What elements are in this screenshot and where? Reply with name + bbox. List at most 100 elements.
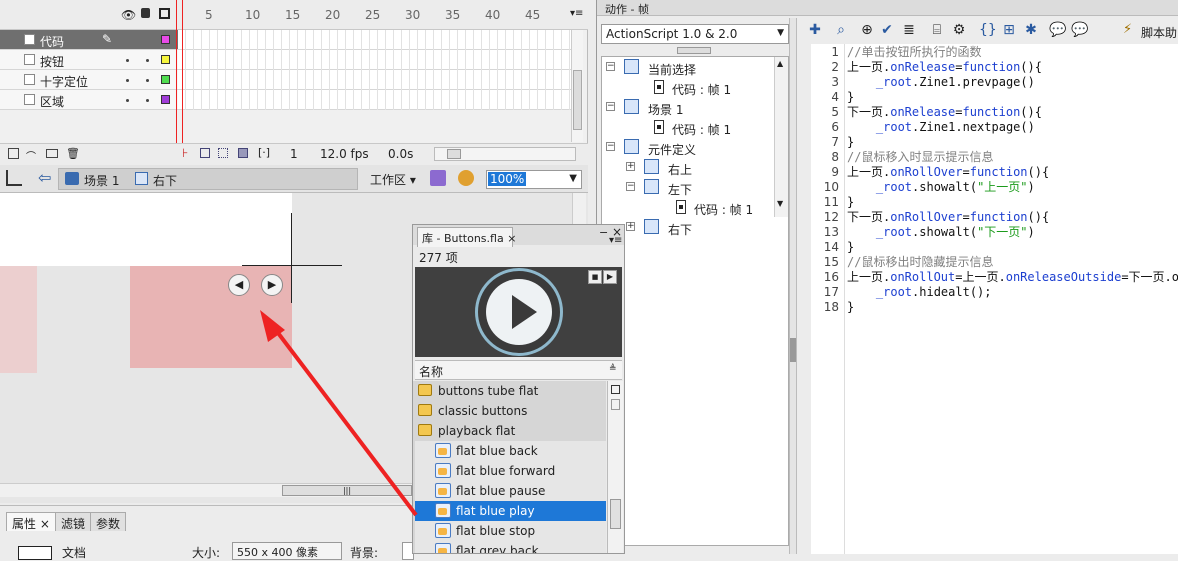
timeline-toggle-icon[interactable] [6,170,22,186]
onion-skin-icon[interactable] [200,148,210,158]
code-line[interactable]: } [847,195,854,210]
expand-all-icon[interactable]: ✱ [1023,22,1039,38]
library-item[interactable]: flat blue forward [415,461,606,481]
find-icon[interactable]: ⌕ [833,22,849,38]
collapse-icon[interactable]: − [606,102,615,111]
playhead[interactable] [176,0,183,145]
code-line[interactable]: 下一页.onRollOver=function(){ [847,210,1049,225]
library-item[interactable]: flat blue pause [415,481,606,501]
layer-row[interactable]: 区域 [0,90,178,110]
close-icon[interactable]: × [507,232,516,245]
tab-filters[interactable]: 滤镜 [55,512,92,531]
library-item[interactable]: buttons tube flat [415,381,606,401]
edit-scene-icon[interactable] [458,170,474,186]
timeline-vscroll[interactable] [571,30,583,142]
delete-layer-icon[interactable]: 🗑 [66,147,80,160]
center-frame-icon[interactable]: ⊦ [182,146,188,160]
sort-icon[interactable]: ≜ [609,364,617,374]
code-line[interactable]: //单击按钮所执行的函数 [847,45,981,60]
code-line[interactable]: _root.showalt("下一页") [847,225,1035,240]
navigator-item[interactable]: − 元件定义 [602,138,772,158]
code-line[interactable]: //鼠标移出时隐藏提示信息 [847,255,993,270]
breadcrumb-symbol[interactable]: 右下 [153,172,177,189]
edit-symbols-icon[interactable] [430,170,446,186]
outline-icon[interactable] [159,8,170,19]
library-tab[interactable]: 库 - Buttons.fla × [417,227,516,247]
next-page-button[interactable]: ▶ [261,274,283,296]
frame-rate[interactable]: 12.0 fps [320,147,369,161]
code-line[interactable]: } [847,135,854,150]
edit-multiple-icon[interactable] [238,148,248,158]
auto-format-icon[interactable]: ≣ [901,22,917,38]
new-folder-icon[interactable] [46,149,58,158]
visibility-dot[interactable] [126,59,129,62]
collapse-icon[interactable]: − [606,142,615,151]
expand-icon[interactable]: + [626,222,635,231]
code-hint-icon[interactable]: ⌸ [929,22,945,38]
tab-parameters[interactable]: 参数 [90,512,127,531]
navigator-item[interactable]: 代码 : 帧 1 [602,118,772,138]
stop-preview-button[interactable]: ■ [588,270,602,284]
breadcrumb-scene[interactable]: 场景 1 [84,172,119,189]
code-line[interactable]: 下一页.onRelease=function(){ [847,105,1042,120]
layer-row[interactable]: 代码 ✎ [0,30,178,50]
library-item[interactable]: flat blue back [415,441,606,461]
navigator-vscroll[interactable]: ▲ ▼ [774,57,788,217]
code-line[interactable]: _root.hidealt(); [847,285,992,300]
layer-color-swatch[interactable] [161,95,170,104]
back-arrow-icon[interactable]: ⇦ [38,168,51,187]
library-vscroll[interactable] [607,381,623,553]
layer-color-swatch[interactable] [161,75,170,84]
library-item[interactable]: classic buttons [415,401,606,421]
insert-target-icon[interactable]: ⊕ [859,22,875,38]
frame-grid[interactable] [178,30,576,110]
size-button[interactable]: 550 x 400 像素 [232,542,342,560]
code-line[interactable]: _root.Zine1.nextpage() [847,120,1035,135]
zoom-select[interactable]: 100% ▼ [486,170,582,189]
script-assist-button[interactable]: 脚本助 [1141,24,1177,41]
add-item-icon[interactable]: ✚ [807,22,823,38]
play-preview-button[interactable]: ▶ [603,270,617,284]
tab-properties[interactable]: 属性 × [6,512,56,531]
code-line[interactable]: } [847,90,854,105]
collapse-icon[interactable]: − [606,62,615,71]
visibility-dot[interactable] [146,99,149,102]
code-line[interactable]: } [847,240,854,255]
navigator-item[interactable]: − 左下 [602,178,772,198]
add-guide-icon[interactable]: ⌒ [26,148,36,163]
collapse-braces-icon[interactable]: {} [979,22,997,38]
panel-divider[interactable] [789,18,797,554]
remove-comment-icon[interactable]: 💬 [1071,22,1088,38]
code-line[interactable]: _root.showalt("上一页") [847,180,1035,195]
wand-icon[interactable]: ⚡ [1123,22,1132,37]
code-editor[interactable]: 1//单击按钮所执行的函数 2 上一页.onRelease=function(){3… [811,44,1178,554]
navigator-item[interactable]: − 场景 1 [602,98,772,118]
visibility-dot[interactable] [146,79,149,82]
code-line[interactable]: //鼠标移入时显示提示信息 [847,150,993,165]
visibility-dot[interactable] [126,79,129,82]
library-item[interactable]: flat blue play [415,501,606,521]
visibility-dot[interactable] [126,99,129,102]
code-line[interactable]: 上一页.onRollOver=function(){ [847,165,1049,180]
visibility-dot[interactable] [146,59,149,62]
language-select[interactable]: ActionScript 1.0 & 2.0 ▼ [601,24,789,44]
code-line[interactable]: 上一页.onRollOut=上一页.onReleaseOutside=下一页.o [847,270,1178,285]
code-line[interactable]: 上一页.onRelease=function(){ [847,60,1042,75]
expand-icon[interactable]: + [626,162,635,171]
debug-options-icon[interactable]: ⚙ [951,22,967,38]
workspace-dropdown[interactable]: 工作区 ▾ [370,171,416,188]
layer-color-swatch[interactable] [161,35,170,44]
expand-icon[interactable]: − [626,182,635,191]
minimize-icon[interactable]: − [599,226,608,239]
onion-markers-icon[interactable]: [·] [258,146,270,159]
timeline-menu-icon[interactable]: ▾≡ [570,8,583,19]
library-item[interactable]: playback flat [415,421,606,441]
onion-outline-icon[interactable] [218,148,228,158]
close-icon[interactable]: × [40,517,50,531]
new-layer-icon[interactable] [8,148,19,159]
collapse-selection-icon[interactable]: ⊞ [1001,22,1017,38]
navigator-item[interactable]: + 右下 [602,218,772,238]
layer-row[interactable]: 十字定位 [0,70,178,90]
library-item[interactable]: flat grey back [415,541,606,553]
navigator-item[interactable]: + 右上 [602,158,772,178]
